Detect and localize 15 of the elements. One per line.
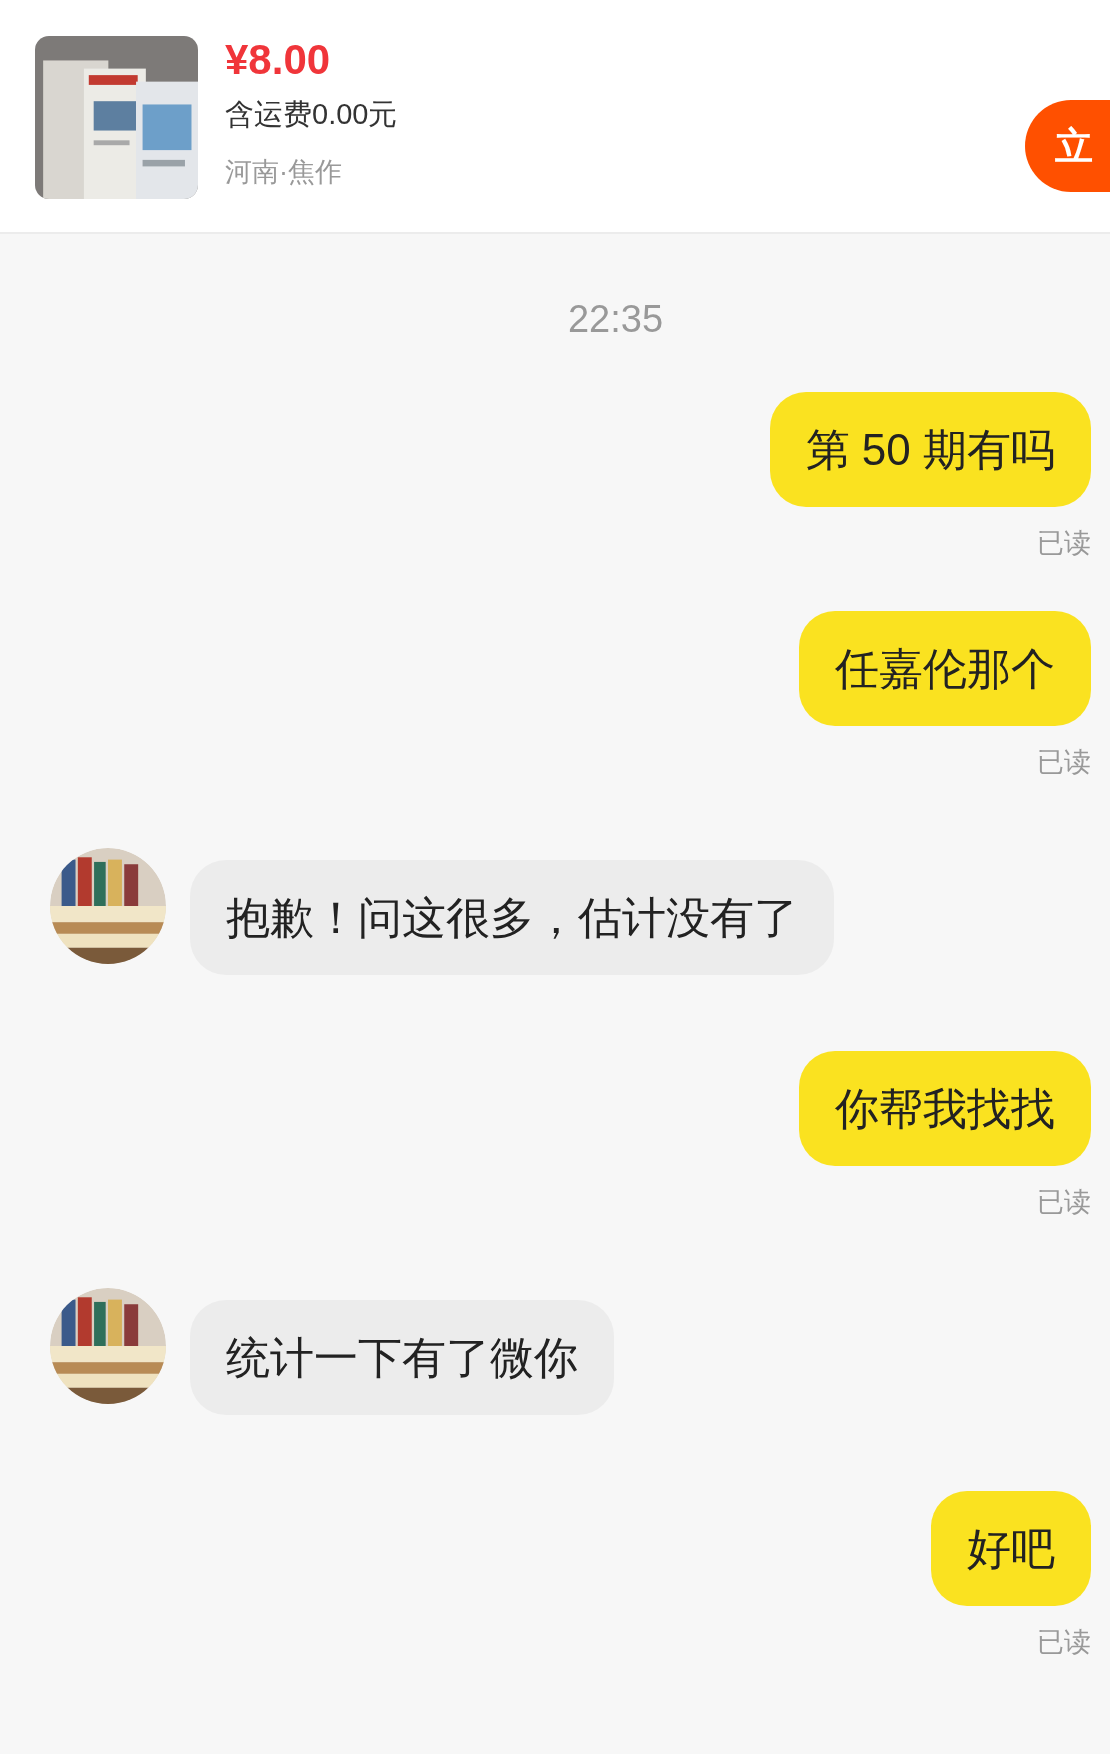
read-receipt: 已读 (1037, 1186, 1091, 1219)
message-bubble: 好吧 (931, 1491, 1091, 1606)
message-bubble: 第 50 期有吗 (769, 392, 1091, 507)
read-receipt: 已读 (1037, 1626, 1091, 1659)
timestamp: 22:35 (567, 297, 664, 342)
message-bubble: 统计一下有了微你 (190, 1300, 614, 1415)
buy-button[interactable]: 立 (1025, 100, 1110, 192)
message-bubble: 任嘉伦那个 (799, 611, 1091, 726)
read-receipt: 已读 (1037, 746, 1091, 779)
location-text: 河南·焦作 (225, 156, 343, 189)
read-receipt: 已读 (1037, 527, 1091, 560)
message-bubble: 你帮我找找 (799, 1051, 1091, 1166)
price-text: ¥8.00 (225, 36, 332, 84)
message-bubble: 抱歉！问这很多，估计没有了 (190, 860, 834, 975)
shipping-text: 含运费0.00元 (225, 97, 398, 132)
